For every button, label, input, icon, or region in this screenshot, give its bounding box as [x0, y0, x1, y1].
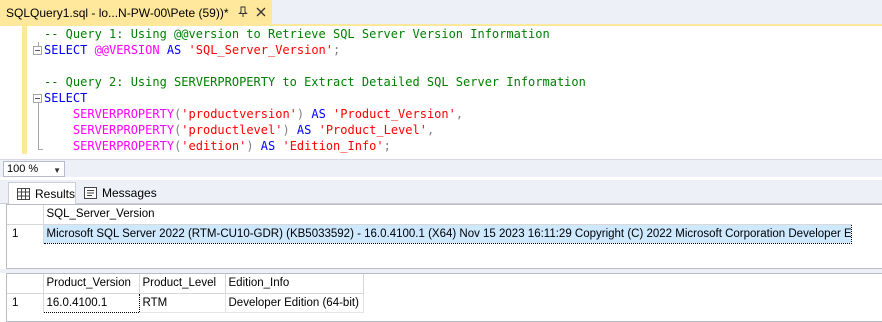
grid-1-table: SQL_Server_Version 1 Microsoft SQL Serve… [7, 205, 852, 244]
collapse-icon[interactable] [33, 94, 42, 103]
tab-results-label: Results [35, 186, 76, 201]
column-header-product-version[interactable]: Product_Version [43, 274, 140, 294]
code-line[interactable]: -- Query 1: Using @@version to Retrieve … [44, 26, 550, 42]
column-header-product-level[interactable]: Product_Level [139, 274, 226, 294]
grid-corner[interactable] [7, 205, 44, 225]
code-token: 'Product_Level' [318, 123, 427, 137]
fold-guide [38, 103, 39, 149]
messages-icon [84, 187, 97, 199]
code-token: @@VERSION [94, 43, 160, 57]
chevron-down-icon: ▼ [53, 166, 61, 175]
pin-icon[interactable] [236, 5, 250, 19]
grid-corner[interactable] [7, 274, 44, 294]
tab-messages[interactable]: Messages [84, 182, 160, 204]
code-token: 'productlevel' [181, 123, 283, 137]
code-token: 'productversion' [181, 107, 297, 121]
collapse-icon[interactable] [33, 46, 42, 55]
close-icon[interactable] [254, 5, 268, 19]
code-token: ; [383, 139, 391, 153]
tab-results[interactable]: Results [8, 182, 76, 204]
code-token: AS [304, 107, 334, 121]
code-token: AS [159, 43, 189, 57]
code-token: SELECT [44, 91, 88, 105]
code-token: ; [333, 43, 341, 57]
row-number[interactable]: 1 [7, 293, 44, 312]
code-token: SELECT [44, 43, 95, 57]
code-token: , [455, 107, 464, 121]
row-number[interactable]: 1 [7, 224, 44, 243]
code-token: 'Product_Version' [333, 107, 456, 121]
column-header-edition-info[interactable]: Edition_Info [225, 274, 364, 294]
editor-status-bar: 100 % ▼ [0, 159, 882, 177]
fold-end-marker [38, 149, 43, 150]
code-token: ) [282, 123, 290, 137]
query-editor[interactable]: -- Query 1: Using @@version to Retrieve … [0, 26, 882, 158]
result-grid-2: Product_Version Product_Level Edition_In… [6, 273, 882, 322]
code-token: SERVERPROPERTY [72, 123, 175, 137]
code-line[interactable]: SERVERPROPERTY('productversion') AS 'Pro… [44, 106, 463, 122]
code-token: AS [289, 123, 319, 137]
tab-messages-label: Messages [102, 186, 157, 200]
code-token: -- Query 1: Using @@version to Retrieve … [44, 27, 550, 41]
code-token: -- Query 2: Using SERVERPROPERTY to Extr… [44, 75, 586, 89]
document-tab-title: SQLQuery1.sql - lo...N-PW-00\Pete (59))* [6, 6, 229, 20]
zoom-dropdown[interactable]: 100 % ▼ [3, 161, 65, 177]
zoom-value: 100 % [7, 163, 39, 175]
code-line[interactable]: SERVERPROPERTY('edition') AS 'Edition_In… [44, 138, 391, 154]
code-token: , [426, 123, 435, 137]
code-token: 'Edition_Info' [282, 139, 384, 153]
results-tab-strip: Results Messages [0, 180, 882, 204]
code-line[interactable]: SERVERPROPERTY('productlevel') AS 'Produ… [44, 122, 434, 138]
result-grid-1: SQL_Server_Version 1 Microsoft SQL Serve… [6, 204, 882, 269]
changed-lines-marker [22, 26, 27, 154]
code-token: SERVERPROPERTY [72, 107, 175, 121]
code-line[interactable]: SELECT [44, 90, 87, 106]
horizontal-scrollbar[interactable] [70, 163, 878, 175]
code-line[interactable]: -- Query 2: Using SERVERPROPERTY to Extr… [44, 74, 586, 90]
code-token: SERVERPROPERTY [72, 139, 175, 153]
document-tab-sqlquery1[interactable]: SQLQuery1.sql - lo...N-PW-00\Pete (59))* [0, 0, 272, 26]
cell-edition-info[interactable]: Developer Edition (64-bit) [225, 293, 364, 313]
grid-2-table: Product_Version Product_Level Edition_In… [7, 274, 364, 313]
column-header-sql-server-version[interactable]: SQL_Server_Version [43, 205, 851, 225]
cell-product-level[interactable]: RTM [139, 293, 226, 313]
code-token: 'edition' [181, 139, 247, 153]
code-token: 'SQL_Server_Version' [188, 43, 334, 57]
document-tab-strip: SQLQuery1.sql - lo...N-PW-00\Pete (59))* [0, 0, 882, 26]
code-token: ) [246, 139, 254, 153]
cell-product-version[interactable]: 16.0.4100.1 [42, 292, 140, 313]
code-line[interactable]: SELECT @@VERSION AS 'SQL_Server_Version'… [44, 42, 340, 58]
cell-sql-server-version[interactable]: Microsoft SQL Server 2022 (RTM-CU10-GDR)… [42, 223, 852, 244]
code-token: AS [253, 139, 283, 153]
grid-icon [17, 187, 30, 200]
